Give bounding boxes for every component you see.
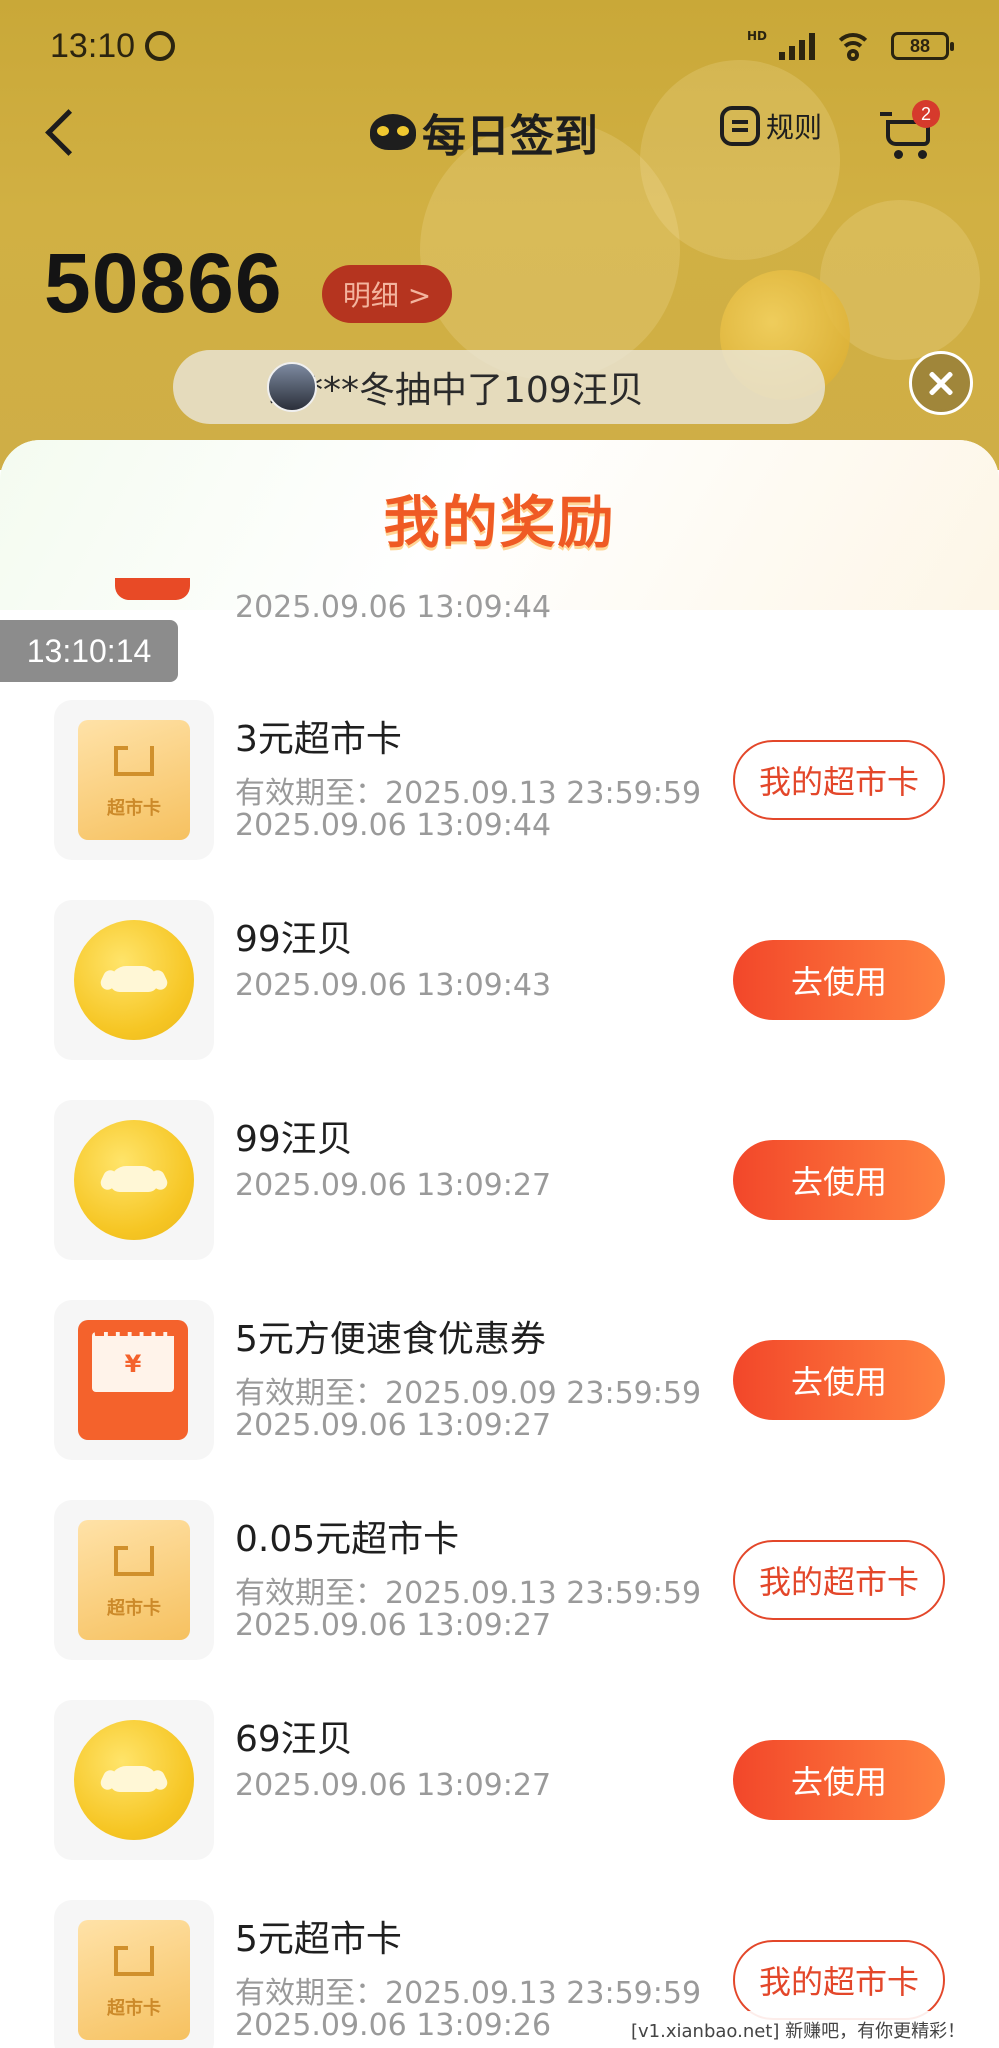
screenshot-timestamp: 13:10:14: [0, 620, 178, 682]
coin-icon: [74, 1120, 194, 1240]
close-icon[interactable]: [909, 351, 973, 415]
reward-row: ¥5元方便速食优惠券有效期至：2025.09.09 23:59:59 2025.0…: [0, 1300, 999, 1500]
reward-thumbnail: [54, 900, 214, 1060]
use-button[interactable]: 去使用: [733, 940, 945, 1020]
mascot-icon: [370, 114, 416, 150]
rules-button[interactable]: 规则: [720, 106, 822, 146]
reward-thumbnail: 超市卡: [54, 700, 214, 860]
reward-title: 0.05元超市卡: [235, 1519, 460, 1560]
points-balance: 50866: [44, 236, 283, 330]
reward-time: 2025.09.06 13:09:44: [235, 808, 552, 843]
my-card-button[interactable]: 我的超市卡: [733, 1540, 945, 1620]
reward-title: 69汪贝: [235, 1719, 353, 1760]
reward-time: 2025.09.06 13:09:27: [235, 1608, 552, 1643]
reward-title: 5元方便速食优惠券: [235, 1319, 546, 1360]
winner-ticker: 踏***冬抽中了109汪贝: [173, 350, 825, 424]
my-card-button[interactable]: 我的超市卡: [733, 740, 945, 820]
points-detail-button[interactable]: 明细 >: [322, 265, 452, 323]
reward-time: 2025.09.06 13:09:43: [235, 968, 552, 1003]
reward-time: 2025.09.06 13:09:27: [235, 1168, 552, 1203]
alarm-icon: [145, 31, 176, 61]
wifi-icon: [833, 31, 873, 61]
reward-title: 3元超市卡: [235, 719, 402, 760]
card-icon-label: 超市卡: [107, 1598, 161, 1619]
card-icon-label: 超市卡: [107, 798, 161, 819]
partial-item-badge: [115, 578, 190, 600]
partial-item-time: 2025.09.06 13:09:44: [235, 590, 552, 625]
reward-validity: 有效期至：2025.09.13 23:59:59: [235, 1976, 702, 2011]
avatar: [267, 362, 317, 412]
cart-button[interactable]: 2: [880, 100, 940, 162]
reward-thumbnail: 超市卡: [54, 1500, 214, 1660]
reward-time: 2025.09.06 13:09:27: [235, 1768, 552, 1803]
back-arrow-icon[interactable]: [40, 110, 84, 154]
my-card-button[interactable]: 我的超市卡: [733, 1940, 945, 2020]
supermarket-card-icon: 超市卡: [78, 1520, 190, 1640]
reward-title: 99汪贝: [235, 1119, 353, 1160]
network-type: HD: [746, 29, 767, 43]
watermark: [v1.xianbao.net] 新赚吧，有你更精彩！: [625, 2011, 999, 2048]
reward-validity: 有效期至：2025.09.09 23:59:59: [235, 1376, 702, 1411]
reward-thumbnail: [54, 1100, 214, 1260]
reward-row: 99汪贝 2025.09.06 13:09:27 去使用: [0, 1100, 999, 1300]
coin-icon: [74, 1720, 194, 1840]
battery-icon: 88: [891, 32, 954, 60]
signal-icon: [779, 32, 815, 60]
nav-bar: 每日签到 规则 2: [0, 92, 999, 172]
cart-badge: 2: [912, 100, 940, 128]
reward-time: 2025.09.06 13:09:27: [235, 1408, 552, 1443]
coupon-symbol: ¥: [124, 1350, 142, 1378]
rules-icon: [720, 106, 760, 146]
reward-row: 69汪贝 2025.09.06 13:09:27 去使用: [0, 1700, 999, 1900]
card-icon-label: 超市卡: [107, 1998, 161, 2019]
panel-title: 我的奖励: [383, 491, 616, 556]
reward-row: 超市卡 0.05元超市卡有效期至：2025.09.13 23:59:59 2025.…: [0, 1500, 999, 1700]
ticker-text: 踏***冬抽中了109汪贝: [269, 370, 644, 411]
page-title: 每日签到: [370, 100, 598, 164]
reward-validity: 有效期至：2025.09.13 23:59:59: [235, 776, 702, 811]
reward-validity: 有效期至：2025.09.13 23:59:59: [235, 1576, 702, 1611]
reward-time: 2025.09.06 13:09:26: [235, 2008, 552, 2043]
supermarket-card-icon: 超市卡: [78, 720, 190, 840]
supermarket-card-icon: 超市卡: [78, 1920, 190, 2040]
use-button[interactable]: 去使用: [733, 1340, 945, 1420]
reward-row: 99汪贝 2025.09.06 13:09:43 去使用: [0, 900, 999, 1100]
reward-row: 超市卡 3元超市卡有效期至：2025.09.13 23:59:59 2025.09.…: [0, 700, 999, 900]
rules-label: 规则: [766, 111, 823, 144]
status-time: 13:10: [50, 26, 136, 65]
reward-title: 99汪贝: [235, 919, 353, 960]
use-button[interactable]: 去使用: [733, 1740, 945, 1820]
reward-thumbnail: ¥: [54, 1300, 214, 1460]
status-bar: 13:10 HD 88: [0, 0, 999, 92]
page-title-text: 每日签到: [422, 111, 598, 162]
reward-title: 5元超市卡: [235, 1919, 402, 1960]
coin-icon: [74, 920, 194, 1040]
use-button[interactable]: 去使用: [733, 1140, 945, 1220]
reward-thumbnail: 超市卡: [54, 1900, 214, 2048]
reward-thumbnail: [54, 1700, 214, 1860]
coupon-icon: ¥: [78, 1320, 188, 1440]
